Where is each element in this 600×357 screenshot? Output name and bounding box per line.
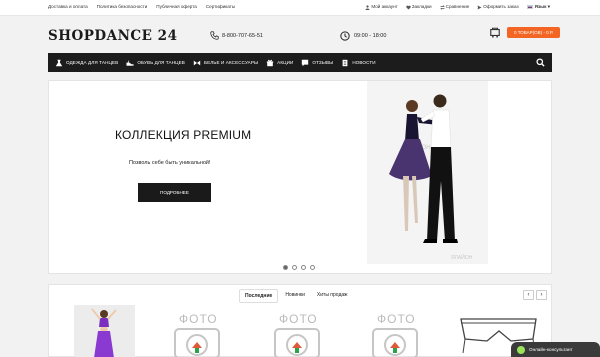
carousel-arrows: ‹ › xyxy=(523,290,547,300)
top-link-certificates[interactable]: Сертификаты xyxy=(206,4,235,9)
product-image-3[interactable]: ФОТО xyxy=(257,305,337,357)
tab-latest[interactable]: Последние xyxy=(239,289,279,303)
bookmarks-link[interactable]: Закладки xyxy=(406,4,432,9)
review-icon xyxy=(302,59,309,66)
chat-icon xyxy=(517,345,525,354)
slide-subtitle: Позволь себе быть уникальной! xyxy=(129,160,211,166)
top-bar: Доставка и оплата Политика безопасности … xyxy=(0,0,600,16)
placeholder-text-3: ФОТО xyxy=(279,312,318,326)
details-button[interactable]: ПОДРОБНЕЕ xyxy=(138,183,211,202)
slider-dots xyxy=(283,265,315,270)
nav-item-shoes[interactable]: ОБУВЬ ДЛЯ ТАНЦЕВ xyxy=(126,59,185,67)
slider-dot-1[interactable] xyxy=(283,265,288,270)
checkout-link[interactable]: Оформить заказ xyxy=(477,4,519,10)
tab-bestsellers[interactable]: Хиты продаж xyxy=(312,289,353,303)
nav-item-reviews[interactable]: ОТЗЫВЫ xyxy=(301,59,333,67)
placeholder-text-4: ФОТО xyxy=(377,312,416,326)
news-icon xyxy=(342,59,348,66)
logo[interactable]: SHOPDANCE 24 xyxy=(48,28,177,44)
slide-title: КОЛЛЕКЦИЯ PREMIUM xyxy=(115,128,252,142)
gift-icon xyxy=(266,59,274,66)
cart[interactable]: 0 ТОВАР(ОВ) - 0 Р. xyxy=(489,27,561,38)
slider-dot-4[interactable] xyxy=(310,265,315,270)
next-arrow[interactable]: › xyxy=(536,290,547,300)
main-nav: ОДЕЖДА ДЛЯ ТАНЦЕВ ОБУВЬ ДЛЯ ТАНЦЕВ БЕЛЬЕ… xyxy=(48,53,552,72)
products-carousel: Последние Новинки Хиты продаж ‹ › ФОТО Ф… xyxy=(48,284,552,357)
top-link-delivery[interactable]: Доставка и оплата xyxy=(48,4,88,9)
shoe-icon xyxy=(126,60,134,66)
nav-item-sales[interactable]: АКЦИИ xyxy=(266,59,293,67)
tab-new[interactable]: Новинки xyxy=(280,289,310,303)
prev-arrow[interactable]: ‹ xyxy=(523,290,534,300)
header: SHOPDANCE 24 8-800-707-65-51 09:00 - 18:… xyxy=(0,17,600,52)
nav-item-clothing[interactable]: ОДЕЖДА ДЛЯ ТАНЦЕВ xyxy=(55,59,118,67)
slide-photo: ЯЛАЙОН ЯЛАЙОН xyxy=(367,81,488,264)
compare-icon xyxy=(439,4,445,10)
nav-item-news[interactable]: НОВОСТИ xyxy=(341,59,376,67)
dress-icon xyxy=(55,59,63,66)
cart-icon xyxy=(490,27,500,38)
product-image-2[interactable]: ФОТО xyxy=(157,305,237,357)
slider-dot-3[interactable] xyxy=(301,265,306,270)
watermark-text-2: ЯЛАЙОН xyxy=(451,253,473,261)
bow-icon xyxy=(193,60,201,65)
top-links: Доставка и оплата Политика безопасности … xyxy=(48,4,235,9)
top-link-offer[interactable]: Публичная оферта xyxy=(156,4,197,9)
top-link-privacy[interactable]: Политика безопасности xyxy=(97,4,148,9)
working-hours: 09:00 - 18:00 xyxy=(340,31,386,41)
nav-item-accessories[interactable]: БЕЛЬЕ И АКСЕССУАРЫ xyxy=(193,59,258,67)
placeholder-text-2: ФОТО xyxy=(179,312,218,326)
phone-icon xyxy=(210,31,219,40)
clock-icon xyxy=(340,31,350,41)
product-image-4[interactable]: ФОТО xyxy=(355,305,435,357)
top-account-links: Мой аккаунт Закладки Сравнение Оформить … xyxy=(365,4,550,10)
language-dropdown[interactable]: Язык ▾ xyxy=(526,4,550,10)
slider-dot-2[interactable] xyxy=(292,265,297,270)
user-icon xyxy=(365,5,370,10)
cart-button[interactable]: 0 ТОВАР(ОВ) - 0 Р. xyxy=(507,27,561,38)
online-chat-button[interactable]: Онлайн-консультант xyxy=(511,342,600,357)
hero-slider: КОЛЛЕКЦИЯ PREMIUM Позволь себе быть уник… xyxy=(48,80,552,274)
share-icon xyxy=(477,5,482,10)
search-icon[interactable] xyxy=(536,58,545,67)
flag-ru-icon xyxy=(526,4,533,9)
caret-down-icon: ▾ xyxy=(547,4,550,9)
phone-number[interactable]: 8-800-707-65-51 xyxy=(210,31,263,40)
product-image-1[interactable] xyxy=(74,305,135,357)
heart-icon xyxy=(406,5,411,10)
product-tabs: Последние Новинки Хиты продаж xyxy=(239,289,353,303)
compare-link[interactable]: Сравнение xyxy=(439,4,469,10)
account-link[interactable]: Мой аккаунт xyxy=(365,4,398,10)
